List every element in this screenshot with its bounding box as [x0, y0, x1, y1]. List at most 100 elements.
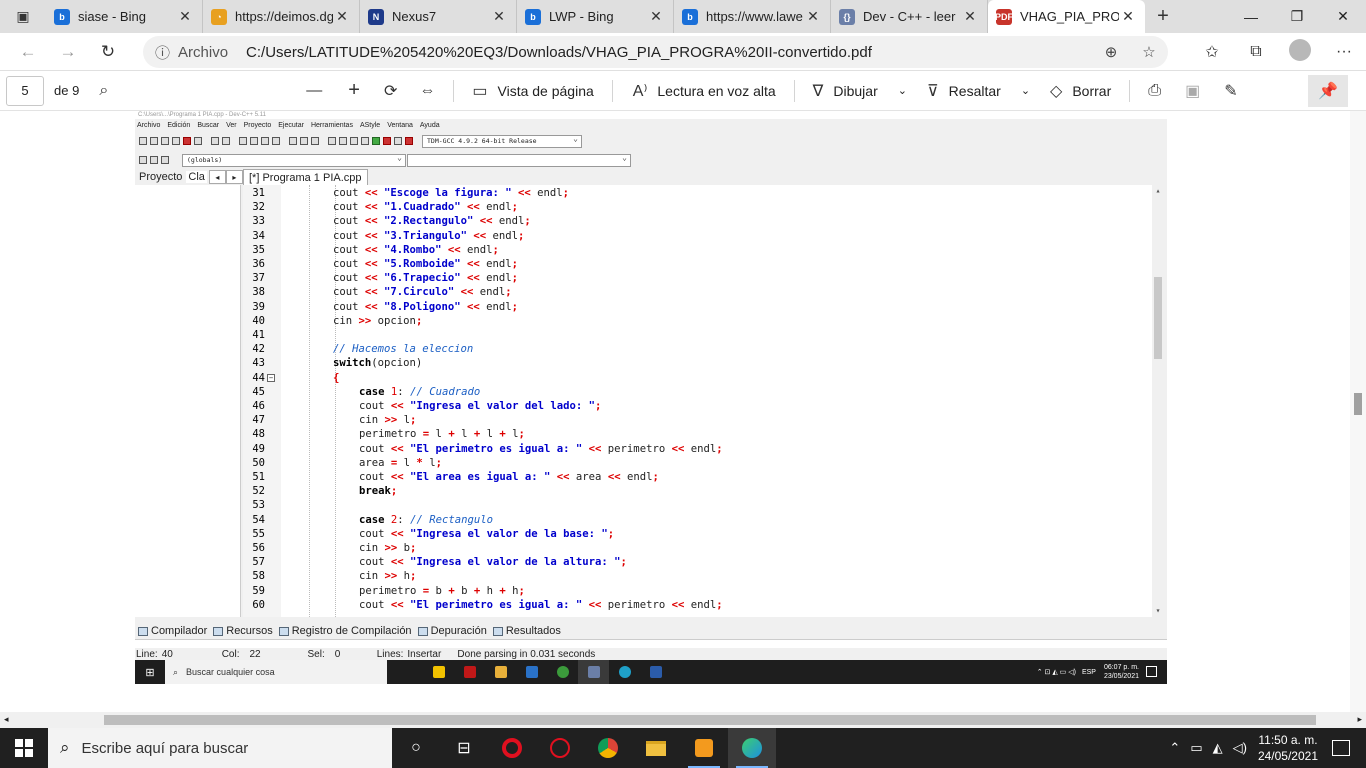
- code-token: ;: [607, 527, 615, 540]
- close-window-icon[interactable]: ✕: [1320, 0, 1366, 33]
- search-icon[interactable]: ⌕: [99, 82, 108, 100]
- browser-tab[interactable]: b siase - Bing ✕: [46, 0, 203, 33]
- opera-gx-icon[interactable]: [536, 728, 584, 768]
- close-tab-icon[interactable]: ✕: [490, 8, 508, 25]
- erase-button[interactable]: ◇ Borrar: [1050, 71, 1111, 111]
- file-explorer-icon[interactable]: [632, 728, 680, 768]
- save-as-icon[interactable]: ✎: [1224, 81, 1237, 101]
- zoom-in-icon[interactable]: +: [348, 79, 360, 102]
- taskbar-search-box[interactable]: ⌕ Escribe aquí para buscar: [48, 728, 392, 768]
- code-token: endl: [684, 442, 717, 455]
- close-tab-icon[interactable]: ✕: [647, 8, 665, 25]
- code-token: <<: [364, 187, 378, 199]
- browser-tab[interactable]: {} Dev - C++ - leer ✕: [831, 0, 988, 33]
- profile-avatar[interactable]: [1278, 38, 1322, 66]
- inner-search-text: Buscar cualquier cosa: [186, 667, 275, 677]
- zoom-icon[interactable]: ⊕: [1092, 43, 1130, 61]
- close-file-icon: [183, 137, 191, 145]
- url-field[interactable]: ⓘ Archivo C:/Users/LATITUDE%205420%20EQ3…: [143, 36, 1168, 68]
- rotate-icon[interactable]: ⟳: [384, 81, 397, 101]
- new-tab-button[interactable]: +: [1145, 0, 1181, 33]
- edge-icon[interactable]: [728, 728, 776, 768]
- code-token: ;: [524, 215, 531, 228]
- favorites-icon[interactable]: ✩: [1190, 42, 1234, 62]
- inner-tray-icons: ⌃ ⊡ ◭ ▭ ◁): [1036, 669, 1076, 676]
- tab-title: https://deimos.dg: [235, 9, 333, 24]
- bottom-tab-label: Compilador: [151, 625, 208, 637]
- browser-tab[interactable]: ◔ https://deimos.dg ✕: [203, 0, 360, 33]
- line-number: 55: [252, 527, 265, 540]
- more-menu-icon[interactable]: ···: [1322, 43, 1366, 61]
- opera-icon[interactable]: [488, 728, 536, 768]
- start-button[interactable]: [0, 728, 48, 768]
- devcpp-toolbar-2: (globals): [135, 151, 1167, 169]
- code-token: break: [359, 485, 391, 498]
- code-text: cout << "4.Rombo" << endl;: [333, 243, 499, 257]
- battery-icon[interactable]: ▭: [1190, 740, 1202, 756]
- sublime-icon[interactable]: [680, 728, 728, 768]
- browser-tab[interactable]: b LWP - Bing ✕: [517, 0, 674, 33]
- pdf-vertical-scrollbar[interactable]: [1350, 111, 1366, 712]
- highlighter-icon: ⊽: [926, 82, 939, 100]
- code-text: perimetro = b + b + h + h;: [359, 584, 525, 598]
- close-tab-icon[interactable]: ✕: [961, 8, 979, 25]
- code-token: "7.Circulo": [384, 286, 455, 299]
- browser-tab[interactable]: PDF VHAG_PIA_PROG✕: [988, 0, 1145, 33]
- favorite-add-icon[interactable]: ☆: [1130, 43, 1168, 61]
- minimize-icon[interactable]: —: [1228, 0, 1274, 33]
- volume-icon[interactable]: ◁): [1233, 740, 1247, 756]
- info-icon[interactable]: ⓘ: [155, 42, 170, 63]
- page-view-button[interactable]: ▭ Vista de página: [472, 71, 593, 111]
- back-icon[interactable]: ←: [8, 33, 48, 71]
- tab-actions-icon[interactable]: ▣: [0, 0, 46, 33]
- line-number: 46: [252, 400, 265, 412]
- chrome-icon[interactable]: [584, 728, 632, 768]
- close-tab-icon[interactable]: ✕: [1119, 8, 1137, 25]
- file-tab: [*] Programa 1 PIA.cpp: [243, 169, 368, 185]
- read-aloud-button[interactable]: A⁾ Lectura en voz alta: [633, 71, 776, 111]
- chevron-down-icon[interactable]: ⌄: [1021, 84, 1030, 97]
- address-bar: ← → ↻ ⓘ Archivo C:/Users/LATITUDE%205420…: [0, 33, 1366, 71]
- notification-center-icon[interactable]: [1332, 740, 1350, 756]
- task-view-icon[interactable]: ⊟: [440, 728, 488, 768]
- code-token: ;: [390, 485, 398, 498]
- cortana-icon[interactable]: ○: [392, 728, 440, 768]
- pdf-vertical-scroll-thumb[interactable]: [1354, 393, 1362, 415]
- chevron-down-icon[interactable]: ⌄: [898, 84, 907, 97]
- browser-tab[interactable]: b https://www.lawe ✕: [674, 0, 831, 33]
- print-icon[interactable]: ⎙: [1148, 82, 1161, 100]
- code-text: cout << "8.Poligono" << endl;: [333, 300, 518, 314]
- scroll-left-icon[interactable]: ◂: [4, 714, 9, 725]
- scroll-right-icon[interactable]: ▸: [1357, 714, 1362, 725]
- close-tab-icon[interactable]: ✕: [804, 8, 822, 25]
- devcpp-menu-item: Ejecutar: [278, 121, 304, 129]
- code-line: 35 cout << "4.Rombo" << endl;: [243, 243, 1143, 257]
- draw-button[interactable]: ∇ Dibujar ⌄: [813, 71, 907, 111]
- forward-icon[interactable]: →: [48, 33, 88, 71]
- url-text[interactable]: C:/Users/LATITUDE%205420%20EQ3/Downloads…: [246, 44, 872, 61]
- highlight-button[interactable]: ⊽ Resaltar ⌄: [927, 71, 1030, 111]
- close-tab-icon[interactable]: ✕: [333, 8, 351, 25]
- devcpp-titlebar: C:\Users\...\Programa 1 PIA.cpp - Dev-C+…: [135, 111, 1167, 119]
- close-tab-icon[interactable]: ✕: [176, 8, 194, 25]
- tray-expand-icon[interactable]: ⌃: [1169, 740, 1180, 756]
- code-token: l: [505, 428, 519, 441]
- devcpp-menu-item: Herramientas: [310, 121, 353, 129]
- pin-toolbar-icon[interactable]: 📌: [1308, 75, 1348, 107]
- wifi-icon[interactable]: ◭: [1213, 740, 1223, 756]
- code-token: ;: [511, 300, 519, 313]
- inner-lang: ESP: [1081, 668, 1096, 676]
- page-number-input[interactable]: 5: [6, 75, 44, 106]
- collections-icon[interactable]: ⧉: [1234, 43, 1278, 61]
- pdf-horizontal-scroll-thumb[interactable]: [104, 715, 1316, 725]
- taskbar-clock[interactable]: 11:50 a. m. 24/05/2021: [1258, 732, 1318, 764]
- code-text: // Hacemos la eleccion: [333, 342, 473, 356]
- restore-icon[interactable]: ❐: [1274, 0, 1320, 33]
- save-icon[interactable]: ▣: [1185, 81, 1200, 101]
- refresh-icon[interactable]: ↻: [88, 33, 128, 71]
- line-number: 31: [252, 187, 265, 199]
- pdf-horizontal-scrollbar[interactable]: ◂ ▸: [0, 712, 1366, 728]
- browser-tab[interactable]: N Nexus7 ✕: [360, 0, 517, 33]
- fit-width-icon[interactable]: ⇔: [419, 82, 435, 100]
- zoom-out-icon[interactable]: —: [306, 82, 322, 100]
